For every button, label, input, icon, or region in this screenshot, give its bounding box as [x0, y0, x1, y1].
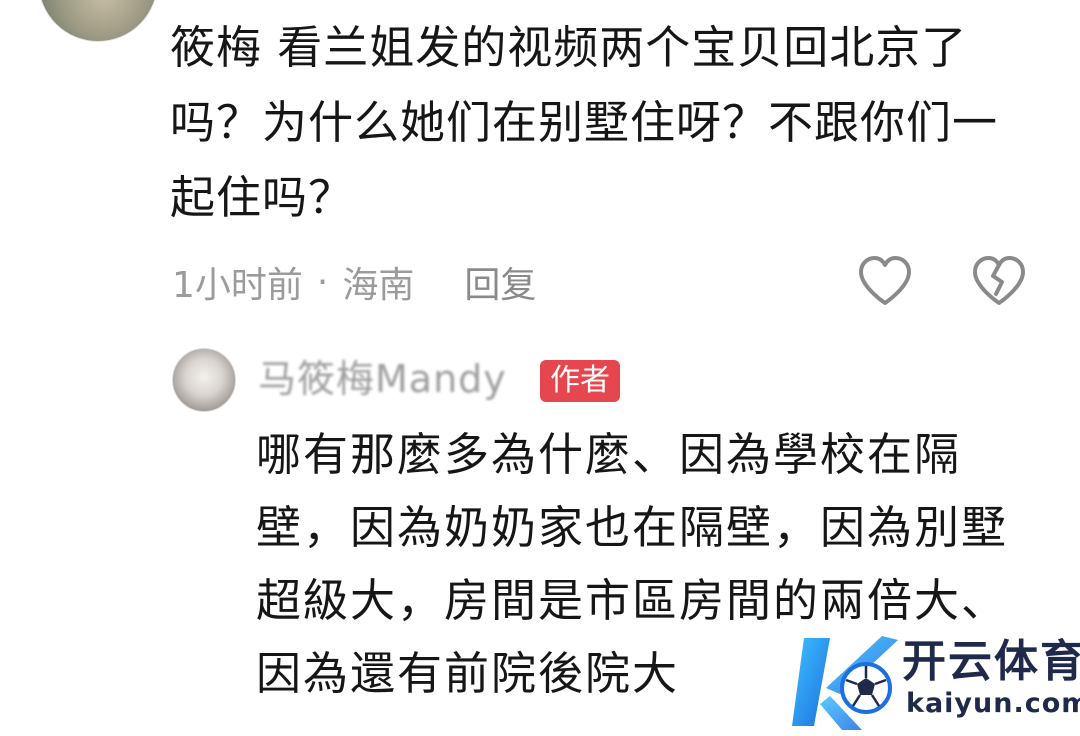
watermark: 开云体育 kaiyun.com: [790, 630, 1080, 736]
comment-meta: 1小时前 · 海南 回复: [172, 252, 536, 312]
author-name[interactable]: 马筱梅Mandy: [258, 354, 507, 404]
broken-heart-icon[interactable]: [970, 254, 1028, 308]
commenter-avatar[interactable]: [38, 0, 158, 42]
comment-text: 筱梅 看兰姐发的视频两个宝贝回北京了吗？为什么她们在别墅住呀？不跟你们一起住吗？: [170, 21, 999, 224]
reply-button[interactable]: 回复: [464, 256, 536, 308]
comment-location: 海南: [342, 265, 415, 306]
heart-icon[interactable]: [856, 254, 914, 308]
comment-time: 1小时前: [172, 265, 303, 306]
author-avatar[interactable]: [172, 348, 236, 412]
k-soccer-ball-logo-icon: [792, 636, 898, 730]
watermark-domain: kaiyun.com: [906, 688, 1080, 719]
watermark-brand: 开云体育: [902, 636, 1080, 687]
author-badge: 作者: [540, 360, 620, 402]
meta-separator: ·: [316, 261, 329, 303]
